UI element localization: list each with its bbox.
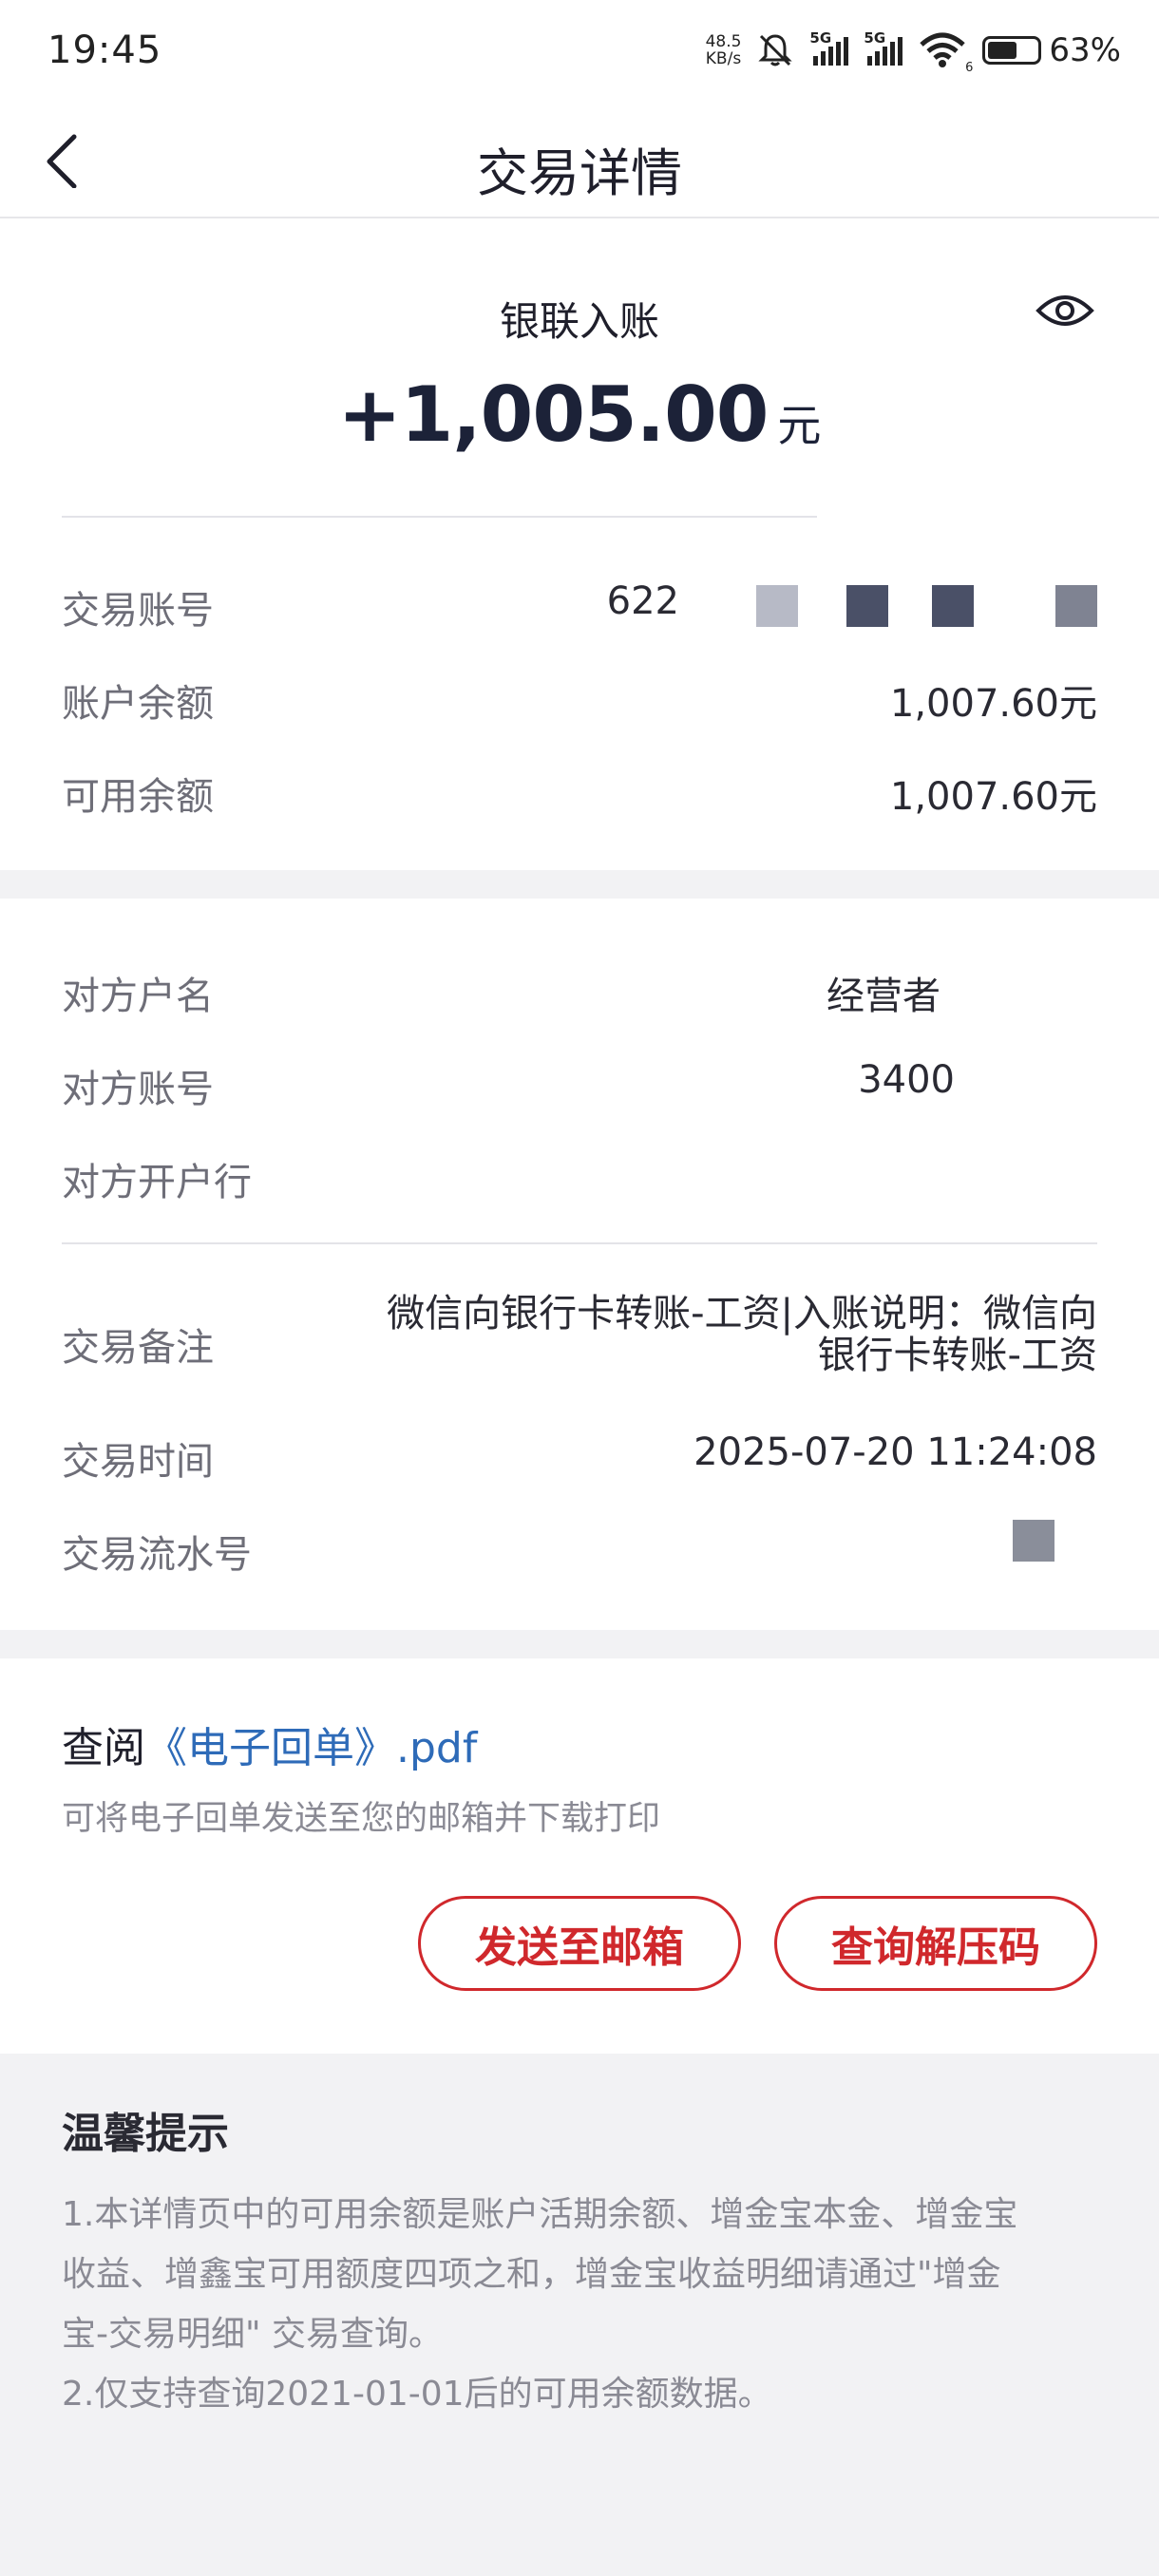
status-icons: 48.5 KB/s 5G 5G 6 63%: [706, 27, 1121, 75]
masked-block: [1055, 585, 1097, 627]
receipt-pdf-link[interactable]: 《电子回单》.pdf: [145, 1724, 477, 1772]
tips-line-3: 宝-交易明细" 交易查询。: [62, 2315, 443, 2354]
tips-text: 1.本详情页中的可用余额是账户活期余额、增金宝本金、增金宝 收益、增鑫宝可用额度…: [62, 2185, 1107, 2424]
bell-muted-icon: [758, 34, 793, 66]
memo-value: 微信向银行卡转账-工资|入账说明：微信向 银行卡转账-工资: [280, 1293, 1097, 1376]
account-label: 交易账号: [62, 589, 214, 633]
receipt-line: 查阅《电子回单》.pdf: [62, 1714, 477, 1774]
amount-row: +1,005.00 元: [0, 370, 1159, 459]
battery: 63%: [982, 31, 1121, 69]
counterparty-account-value: 3400: [858, 1058, 955, 1102]
account-value: 622: [606, 579, 679, 623]
query-unzip-code-button[interactable]: 查询解压码: [774, 1896, 1097, 1991]
status-time: 19:45: [48, 28, 162, 72]
divider: [62, 1242, 1097, 1244]
wifi-icon: 6: [918, 31, 973, 75]
nav-bar: 交易详情: [0, 104, 1159, 218]
cellular-signal-1-icon: 5G: [809, 29, 849, 66]
counterparty-account-label: 对方账号: [62, 1068, 214, 1111]
tips-line-4: 2.仅支持查询2021-01-01后的可用余额数据。: [62, 2375, 772, 2414]
status-bar: 19:45 48.5 KB/s 5G 5G 6 63%: [0, 0, 1159, 104]
receipt-description: 可将电子回单发送至您的邮箱并下载打印: [62, 1800, 661, 1838]
divider: [62, 516, 817, 518]
sim1-label: 5G: [809, 29, 832, 47]
page-title: 交易详情: [477, 143, 682, 203]
memo-label: 交易备注: [62, 1326, 214, 1370]
masked-block: [756, 585, 798, 627]
send-to-email-button[interactable]: 发送至邮箱: [418, 1896, 741, 1991]
transaction-type: 银联入账: [499, 298, 659, 345]
transaction-amount: +1,005.00: [337, 370, 770, 459]
battery-percent: 63%: [1049, 31, 1121, 69]
counterparty-name-label: 对方户名: [62, 975, 214, 1018]
net-speed-unit: KB/s: [705, 49, 742, 68]
tips-line-2: 收益、增鑫宝可用额度四项之和，增金宝收益明细请通过"增金: [62, 2255, 1001, 2294]
counterparty-name-value: 经营者: [826, 975, 940, 1018]
time-value: 2025-07-20 11:24:08: [694, 1430, 1097, 1474]
memo-line-1: 微信向银行卡转账-工资|入账说明：微信向: [387, 1292, 1097, 1335]
time-label: 交易时间: [62, 1440, 214, 1484]
summary-card: 银联入账 +1,005.00 元 交易账号 622 账户余额 1,007.60元 …: [0, 218, 1159, 870]
net-speed: 48.5 KB/s: [706, 33, 742, 67]
net-speed-value: 48.5: [705, 32, 742, 51]
receipt-prefix: 查阅: [62, 1724, 145, 1772]
sim2-label: 5G: [864, 29, 886, 47]
serial-label: 交易流水号: [62, 1533, 252, 1577]
wifi-sub-label: 6: [965, 61, 974, 75]
tips-title: 温馨提示: [62, 2110, 229, 2158]
counterparty-bank-label: 对方开户行: [62, 1161, 252, 1204]
available-balance-value: 1,007.60元: [889, 775, 1097, 819]
masked-block: [1013, 1520, 1054, 1562]
tips-line-1: 1.本详情页中的可用余额是账户活期余额、增金宝本金、增金宝: [62, 2195, 1018, 2234]
masked-block: [846, 585, 888, 627]
memo-line-2: 银行卡转账-工资: [817, 1334, 1097, 1377]
battery-fill: [988, 42, 1016, 59]
cellular-signal-2-icon: 5G: [864, 29, 903, 66]
balance-label: 账户余额: [62, 682, 214, 726]
masked-block: [932, 585, 974, 627]
currency-unit: 元: [777, 400, 822, 451]
receipt-card: 查阅《电子回单》.pdf 可将电子回单发送至您的邮箱并下载打印 发送至邮箱 查询…: [0, 1658, 1159, 2054]
details-card: 对方户名 经营者 对方账号 3400 对方开户行 交易备注 微信向银行卡转账-工…: [0, 899, 1159, 1630]
available-balance-label: 可用余额: [62, 775, 214, 819]
balance-value: 1,007.60元: [889, 682, 1097, 726]
eye-icon[interactable]: [1036, 290, 1094, 331]
battery-icon: [982, 36, 1042, 65]
